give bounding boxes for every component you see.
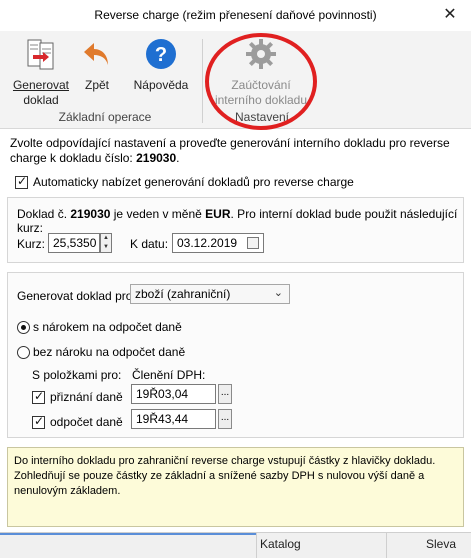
info-text: Do interního dokladu pro zahraniční reve… [14, 455, 436, 497]
back-label: Zpět [84, 78, 109, 92]
vat-label: Členění DPH: [132, 368, 206, 382]
title-bar: Reverse charge (režim přenesení daňové p… [0, 0, 471, 31]
grid-header-discount: Sleva [426, 537, 457, 551]
radio-without-deduction-label: bez nároku na odpočet daně [33, 345, 186, 359]
posting-settings-button[interactable]: Zaúčtování interního dokladu [210, 37, 312, 108]
rate-input[interactable]: 25,5350 [48, 233, 100, 253]
generate-document-icon [27, 39, 54, 70]
generate-label-2: doklad [23, 93, 59, 107]
generate-label-1: Generovat [12, 78, 70, 92]
rate-label: Kurz: [17, 237, 46, 251]
rate-stepper[interactable]: ▲ ▼ [100, 233, 112, 253]
vat-deduction-checkbox[interactable] [32, 414, 45, 429]
radio-without-deduction-row[interactable]: bez nároku na odpočet daně [17, 344, 185, 360]
generation-panel: Generovat doklad pro: zboží (zahraniční)… [7, 272, 464, 438]
doc-type-label: Generovat doklad pro: [17, 289, 136, 303]
gear-icon [246, 39, 276, 69]
rate-panel: Doklad č. 219030 je veden v měně EUR. Pr… [7, 197, 464, 263]
help-icon: ? [146, 39, 176, 69]
vat-declaration-input[interactable]: 19Ř03,04 [131, 384, 216, 404]
auto-offer-checkbox[interactable] [15, 174, 28, 189]
close-icon[interactable]: ✕ [439, 4, 461, 26]
grid-divider [256, 533, 257, 558]
selection-line [0, 533, 256, 535]
vat-declaration-label: přiznání daně [50, 390, 123, 404]
radio-with-deduction[interactable] [17, 320, 30, 334]
svg-text:?: ? [155, 44, 167, 66]
vat-deduction-input[interactable]: 19Ř43,44 [131, 409, 216, 429]
info-box: Do interního dokladu pro zahraniční reve… [7, 447, 464, 527]
vat-deduction-browse-button[interactable]: ... [218, 409, 232, 429]
posting-label-2: interního dokladu [214, 93, 308, 107]
calendar-icon[interactable] [247, 237, 259, 249]
rate-currency: EUR [205, 207, 231, 221]
group-label-basic: Základní operace [58, 110, 152, 124]
ribbon: Generovat doklad Zpět ? Nápověda Zaúčtov… [0, 31, 471, 129]
auto-offer-label: Automaticky nabízet generování dokladů p… [33, 175, 354, 189]
doc-type-select[interactable]: zboží (zahraniční) ⌄ [130, 284, 290, 304]
items-label: S položkami pro: [32, 368, 122, 382]
grid-header-catalog: Katalog [260, 537, 301, 551]
back-arrow-icon [84, 43, 108, 65]
back-button[interactable]: Zpět [80, 37, 114, 93]
generate-document-button[interactable]: Generovat doklad [10, 37, 72, 108]
ribbon-separator [202, 39, 203, 123]
date-value: 03.12.2019 [177, 236, 238, 250]
grid-divider [386, 533, 387, 558]
intro-message: Zvolte odpovídající nastavení a proveďte… [10, 136, 450, 165]
auto-offer-checkbox-row[interactable]: Automaticky nabízet generování dokladů p… [15, 174, 354, 190]
rate-mid: je veden v měně [113, 207, 202, 221]
vat-deduction-row[interactable]: odpočet daně [32, 414, 123, 430]
help-button[interactable]: ? Nápověda [132, 37, 190, 93]
vat-declaration-row[interactable]: přiznání daně [32, 389, 123, 405]
help-label: Nápověda [133, 78, 189, 92]
date-label: K datu: [130, 237, 169, 251]
intro-suffix: . [176, 151, 180, 165]
window-title: Reverse charge (režim přenesení daňové p… [94, 8, 377, 22]
rate-panel-text: Doklad č. 219030 je veden v měně EUR. Pr… [17, 207, 463, 235]
doc-type-value: zboží (zahraniční) [135, 287, 231, 301]
date-input[interactable]: 03.12.2019 [172, 233, 264, 253]
intro-text: Zvolte odpovídající nastavení a proveďte… [10, 136, 465, 166]
rate-prefix: Doklad č. [17, 207, 68, 221]
radio-without-deduction[interactable] [17, 345, 30, 359]
group-label-settings: Nastavení [234, 110, 290, 124]
rate-doc-number: 219030 [70, 207, 111, 221]
radio-with-deduction-row[interactable]: s nárokem na odpočet daně [17, 319, 182, 335]
background-grid-header: Katalog Sleva [0, 532, 471, 558]
vat-deduction-label: odpočet daně [50, 415, 123, 429]
intro-doc-number: 219030 [136, 151, 177, 165]
vat-declaration-browse-button[interactable]: ... [218, 384, 232, 404]
posting-label-1: Zaúčtování [231, 78, 291, 92]
vat-declaration-checkbox[interactable] [32, 389, 45, 404]
chevron-down-icon: ⌄ [273, 287, 283, 299]
radio-with-deduction-label: s nárokem na odpočet daně [33, 320, 182, 334]
